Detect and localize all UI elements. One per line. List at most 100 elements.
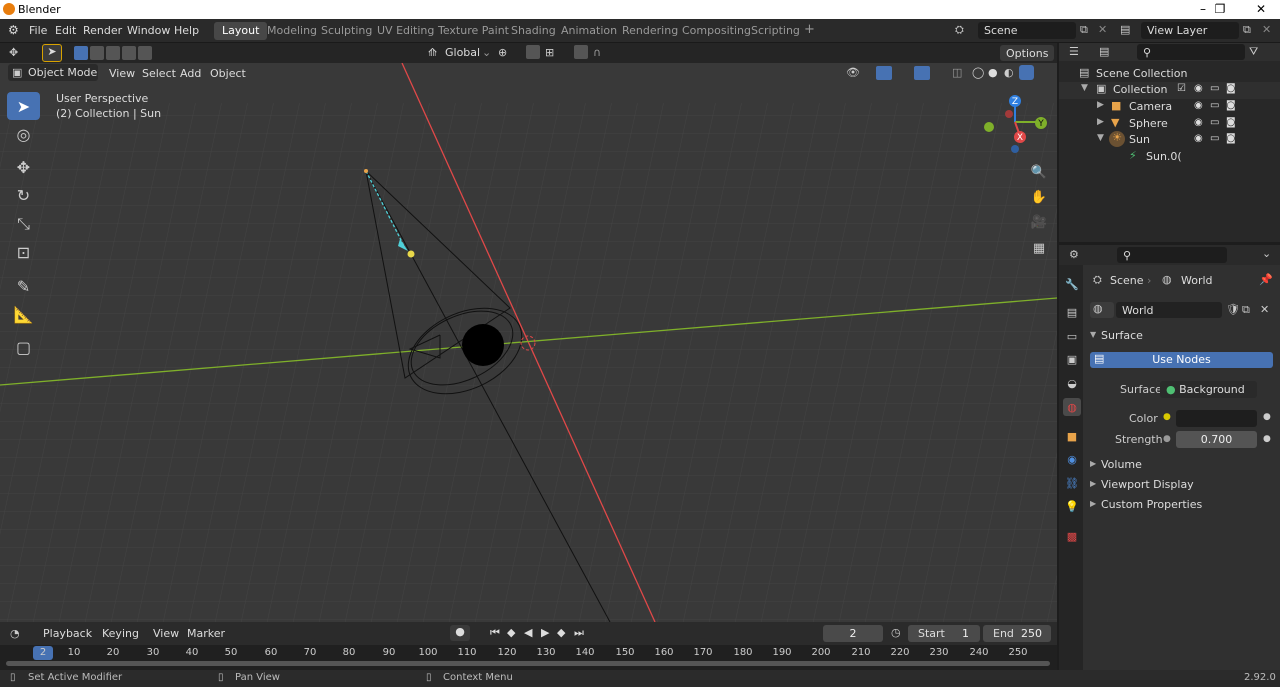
pin-icon[interactable]: 📌 [1259, 273, 1273, 286]
new-world-icon[interactable]: ⧉ [1242, 303, 1250, 317]
monitor-icon[interactable]: ▭ [1210, 117, 1219, 128]
options-dropdown[interactable]: Options [1000, 45, 1055, 61]
next-keyframe-icon[interactable]: ◆ [557, 626, 565, 639]
disclosure-triangle-icon[interactable]: ▼ [1081, 83, 1088, 93]
camera-render-icon[interactable]: ◙ [1226, 83, 1236, 94]
select-subtract-icon[interactable] [106, 46, 120, 60]
texture-tab-icon[interactable]: ▩ [1063, 527, 1081, 545]
annotate-tool[interactable]: ✎ [7, 272, 40, 300]
snap-target-icon[interactable]: ⊞ [545, 46, 554, 59]
object-tab-icon[interactable]: ■ [1063, 427, 1081, 445]
new-scene-icon[interactable]: ⧉ [1080, 23, 1088, 37]
navigation-gizmo[interactable]: Z Y X [980, 92, 1050, 156]
select-tool-icon[interactable]: ➤ [42, 44, 62, 62]
properties-search-input[interactable]: ⚲ [1117, 247, 1227, 263]
monitor-icon[interactable]: ▭ [1210, 83, 1219, 94]
outliner-row-sun-data[interactable]: ⚡ Sun.0( [1059, 149, 1280, 166]
ortho-grid-icon[interactable]: ▦ [1028, 237, 1050, 259]
world-browse-icon[interactable]: ◍ [1090, 302, 1114, 318]
view-layer-tab-icon[interactable]: ▣ [1063, 350, 1081, 368]
outliner-row-scene-collection[interactable]: ▤ Scene Collection [1059, 66, 1280, 83]
panel-custom-properties[interactable]: ▶ Custom Properties [1085, 497, 1280, 517]
material-shading-icon[interactable]: ◐ [1004, 66, 1014, 79]
menu-timeline-view[interactable]: View [153, 627, 179, 640]
unlink-world-icon[interactable]: ✕ [1260, 303, 1269, 316]
transform-tool[interactable]: ⊡ [7, 238, 40, 266]
keyframe-dot-icon[interactable]: ● [1263, 434, 1271, 444]
world-tab-icon[interactable]: ◍ [1063, 398, 1081, 416]
fake-user-icon[interactable]: 🛡 [1226, 303, 1240, 316]
rotate-tool[interactable]: ↻ [7, 181, 40, 209]
eye-icon[interactable]: ◉ [1194, 100, 1203, 111]
keyframe-dot-icon[interactable]: ● [1263, 412, 1271, 422]
menu-file[interactable]: File [29, 24, 47, 37]
tool-tab-icon[interactable]: 🔧 [1063, 275, 1081, 293]
play-icon[interactable]: ▶ [541, 626, 549, 639]
outliner-row-sphere[interactable]: ▶ ▼ Sphere ◉ ▭ ◙ [1059, 116, 1280, 133]
constraints-tab-icon[interactable]: ⛓ [1063, 474, 1081, 492]
object-data-tab-icon[interactable]: 💡 [1063, 497, 1081, 515]
maximize-icon[interactable]: ❐ [1205, 2, 1235, 16]
prev-keyframe-icon[interactable]: ◆ [507, 626, 515, 639]
outliner-row-collection[interactable]: ▼ ▣ Collection ☑ ◉ ▭ ◙ [1059, 82, 1280, 99]
outliner-row-camera[interactable]: ▶ ■ Camera ◉ ▭ ◙ [1059, 99, 1280, 116]
strength-field[interactable]: 0.700 [1176, 431, 1257, 448]
disclosure-triangle-icon[interactable]: ▶ [1097, 100, 1104, 110]
scale-tool[interactable]: ⤡ [7, 210, 40, 238]
menu-help[interactable]: Help [174, 24, 199, 37]
timeline-editor-icon[interactable]: ◔ [10, 627, 20, 640]
overlay-toggle-icon[interactable] [914, 66, 930, 80]
solid-shading-icon[interactable]: ● [988, 66, 998, 79]
editor-type-icon[interactable]: ✥ [9, 46, 18, 59]
pan-hand-icon[interactable]: ✋ [1028, 186, 1050, 208]
3d-viewport[interactable] [0, 43, 1057, 622]
panel-viewport-display[interactable]: ▶ Viewport Display [1085, 477, 1280, 497]
color-swatch[interactable] [1176, 410, 1257, 427]
current-frame-field[interactable]: 2 [823, 625, 883, 642]
select-invert-icon[interactable] [122, 46, 136, 60]
delete-scene-icon[interactable]: ✕ [1098, 23, 1107, 36]
outliner-row-sun[interactable]: ▼ ☀ Sun ◉ ▭ ◙ [1059, 131, 1280, 149]
visibility-icon[interactable]: 👁 [846, 66, 860, 79]
use-nodes-button[interactable]: ▤ Use Nodes [1090, 352, 1273, 368]
surface-shader-field[interactable]: ● Background [1160, 381, 1257, 398]
timeline-scrollbar[interactable] [6, 661, 1050, 666]
cursor-tool[interactable]: ◎ [7, 120, 40, 148]
disclosure-triangle-icon[interactable]: ▶ [1097, 117, 1104, 127]
zoom-icon[interactable]: 🔍 [1028, 161, 1050, 183]
properties-editor-icon[interactable]: ⚙ [1069, 248, 1079, 261]
wireframe-shading-icon[interactable]: ◯ [972, 66, 984, 79]
end-frame-field[interactable]: End 250 [983, 625, 1051, 642]
chevron-down-icon[interactable]: ⌄ [1262, 247, 1271, 260]
select-intersect-icon[interactable] [138, 46, 152, 60]
record-icon[interactable]: ● [450, 625, 470, 641]
camera-render-icon[interactable]: ◙ [1226, 100, 1236, 111]
scene-tab-icon[interactable]: ◒ [1063, 374, 1081, 392]
outliner-editor-icon[interactable]: ☰ [1069, 45, 1079, 58]
rendered-shading-icon[interactable] [1019, 65, 1034, 80]
select-new-icon[interactable] [74, 46, 88, 60]
add-workspace-button[interactable]: + [796, 20, 823, 38]
checkbox-icon[interactable]: ☑ [1177, 83, 1186, 94]
close-icon[interactable]: ✕ [1246, 2, 1276, 16]
outliner-search-input[interactable]: ⚲ [1137, 44, 1245, 60]
snap-icon[interactable] [526, 45, 540, 59]
render-tab-icon[interactable]: ▤ [1063, 303, 1081, 321]
move-tool[interactable]: ✥ [7, 153, 40, 181]
menu-edit[interactable]: Edit [55, 24, 76, 37]
play-reverse-icon[interactable]: ◀ [524, 626, 532, 639]
camera-view-icon[interactable]: 🎥 [1028, 211, 1050, 233]
world-name-field[interactable]: World [1116, 302, 1222, 318]
panel-surface[interactable]: ▼ Surface [1085, 328, 1280, 348]
output-tab-icon[interactable]: ▭ [1063, 327, 1081, 345]
stopwatch-icon[interactable]: ◷ [891, 626, 901, 639]
blender-menu-icon[interactable]: ⚙ [8, 23, 19, 37]
menu-keying[interactable]: Keying [102, 627, 139, 640]
delete-view-layer-icon[interactable]: ✕ [1262, 23, 1271, 36]
camera-render-icon[interactable]: ◙ [1226, 133, 1236, 144]
view-layer-field[interactable]: View Layer [1141, 22, 1239, 39]
scene-field[interactable]: Scene [978, 22, 1076, 39]
eye-icon[interactable]: ◉ [1194, 117, 1203, 128]
filter-icon[interactable]: ⛛ [1249, 45, 1258, 59]
menu-playback[interactable]: Playback [43, 627, 92, 640]
